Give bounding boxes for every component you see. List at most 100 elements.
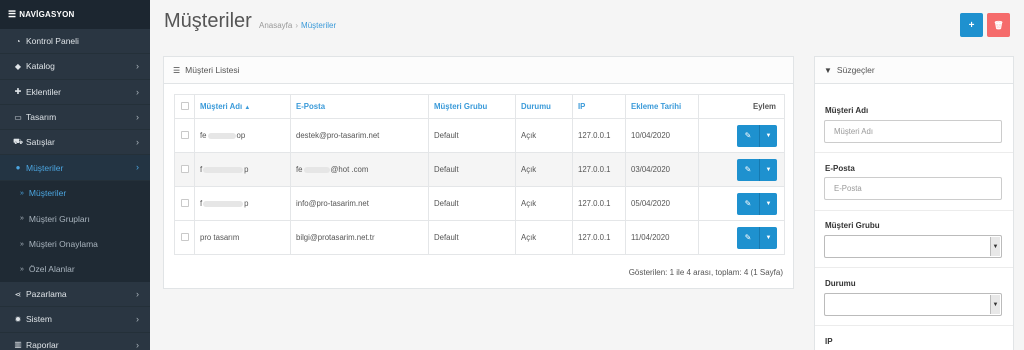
sidebar-item-marketing[interactable]: ⋖ Pazarlama › [0,282,150,308]
column-customer-name[interactable]: Müşteri Adı ▲ [194,94,291,119]
row-checkbox[interactable] [180,130,189,139]
column-ip[interactable]: IP [572,94,626,119]
ip-cell: 127.0.0.1 [572,186,626,221]
page-title: Müşteriler [164,10,252,32]
column-status[interactable]: Durumu [515,94,573,119]
submenu-item-customer-approvals[interactable]: » Müşteri Onaylama [0,231,150,256]
column-date-added[interactable]: Ekleme Tarihi [625,94,699,119]
group-cell: Default [428,186,516,221]
breadcrumb: Anasayfa › Müşteriler [259,21,336,30]
column-email[interactable]: E-Posta [290,94,429,119]
navigation-title: NAVİGASYON [19,10,75,19]
action-cell: ✎ ▼ [698,186,785,221]
redacted-text [203,200,244,207]
row-checkbox[interactable] [180,232,189,241]
column-action: Eylem [698,94,785,119]
submenu-item-label: Müşteri Onaylama [28,239,98,250]
sidebar-item-dashboard[interactable]: ◔ Kontrol Paneli [0,29,150,55]
status-select[interactable]: ▼ [824,293,1002,316]
menu-bars-icon: ☰ [8,9,17,19]
page-header: Müşteriler Anasayfa › Müşteriler + 🗑 [150,0,1024,45]
customer-name-cell: fe op [194,118,291,153]
filter-header: ▼ Süzgeçler [815,57,1013,84]
input-placeholder: Müşteri Adı [834,127,873,136]
customer-name-input[interactable]: Müşteri Adı [824,120,1002,143]
sort-asc-icon: ▲ [244,105,251,111]
edit-button[interactable]: ✎ [737,124,759,147]
submenu-item-custom-fields[interactable]: » Özel Alanlar [0,257,150,282]
action-dropdown-toggle[interactable]: ▼ [759,158,777,181]
row-checkbox[interactable] [180,198,189,207]
customer-group-select[interactable]: ▼ [824,235,1002,258]
customer-name-tail: op [236,131,246,140]
customer-table: Müşteri Adı ▲ E-Posta Müşteri Grubu Duru… [174,94,785,255]
bar-chart-icon: ▥ [14,340,22,350]
sidebar-item-design[interactable]: ▭ Tasarım › [0,105,150,131]
table-header-row: Müşteri Adı ▲ E-Posta Müşteri Grubu Duru… [174,94,785,119]
row-checkbox[interactable] [180,164,189,173]
action-cell: ✎ ▼ [698,220,785,255]
column-customer-group[interactable]: Müşteri Grubu [428,94,516,119]
submenu-item-customers[interactable]: » Müşteriler [0,181,150,206]
sidebar-item-label: Raporlar [26,339,59,350]
plus-icon: + [968,19,975,31]
sidebar-item-label: Sistem [26,314,52,325]
status-cell: Açık [515,186,573,221]
email-cell: destek@pro-tasarim.net [290,118,429,153]
edit-button[interactable]: ✎ [737,192,759,215]
sidebar-item-label: Kontrol Paneli [26,36,79,47]
sidebar-item-label: Pazarlama [26,289,67,300]
list-icon: ☰ [173,65,181,75]
column-label: Müşteri Grubu [434,102,488,111]
cart-icon: ⛟ [12,137,24,147]
submenu-item-label: Müşteri Grupları [28,213,90,224]
sidebar-item-system[interactable]: ✹ Sistem › [0,307,150,333]
action-dropdown-toggle[interactable]: ▼ [759,226,777,249]
submenu-item-customer-groups[interactable]: » Müşteri Grupları [0,206,150,231]
row-select-cell [174,220,195,255]
filter-title: Süzgeçler [836,65,875,75]
ip-label: IP [825,337,833,346]
email-input[interactable]: E-Posta [824,177,1002,200]
action-cell: ✎ ▼ [698,152,785,187]
column-label: Müşteri Adı [200,102,243,111]
navigation-header[interactable]: ☰ NAVİGASYON [0,0,150,29]
sidebar-item-catalog[interactable]: ◆ Katalog › [0,54,150,80]
action-dropdown-toggle[interactable]: ▼ [759,124,777,147]
input-placeholder: E-Posta [834,184,862,193]
sidebar: ☰ NAVİGASYON ◔ Kontrol Paneli ◆ Katalog … [0,0,150,350]
submenu-item-label: Müşteriler [28,188,67,199]
action-button-group: ✎ ▼ [737,124,777,147]
table-row: fp fe @hot .com Default Açık 127.0.0.1 03… [174,152,785,187]
chevron-right-icon: › [136,288,139,299]
ip-cell: 127.0.0.1 [572,118,626,153]
email-cell: fe @hot .com [290,152,429,187]
group-cell: Default [428,220,516,255]
add-customer-button[interactable]: + [960,13,983,37]
group-cell: Default [428,118,516,153]
double-chevron-icon: » [20,215,24,223]
sidebar-item-customers[interactable]: ● Müşteriler › [0,155,150,181]
edit-button[interactable]: ✎ [737,158,759,181]
sidebar-item-sales[interactable]: ⛟ Satışlar › [0,130,150,156]
gear-icon: ✹ [14,314,22,324]
sidebar-item-label: Satışlar [26,137,55,148]
breadcrumb-current[interactable]: Müşteriler [301,21,336,30]
action-button-group: ✎ ▼ [737,192,777,215]
table-row: pro tasarım bilgi@protasarim.net.tr Defa… [174,220,785,255]
action-dropdown-toggle[interactable]: ▼ [759,192,777,215]
select-all-checkbox[interactable] [180,101,189,110]
double-chevron-icon: » [20,240,24,248]
sidebar-item-label: Eklentiler [26,86,61,97]
breadcrumb-home[interactable]: Anasayfa [259,21,292,30]
customer-list-panel: ☰ Müşteri Listesi Müşteri Adı ▲ E-Posta … [163,56,794,289]
chevron-right-icon: › [136,61,139,72]
sidebar-item-extensions[interactable]: ✚ Eklentiler › [0,80,150,105]
submenu-item-label: Özel Alanlar [28,264,75,275]
status-cell: Açık [515,152,573,187]
edit-button[interactable]: ✎ [737,226,759,249]
sidebar-item-reports[interactable]: ▥ Raporlar › [0,333,150,350]
pagination-info: Gösterilen: 1 ile 4 arası, toplam: 4 (1 … [628,268,783,277]
delete-customer-button[interactable]: 🗑 [987,13,1010,37]
date-cell: 10/04/2020 [625,118,699,153]
